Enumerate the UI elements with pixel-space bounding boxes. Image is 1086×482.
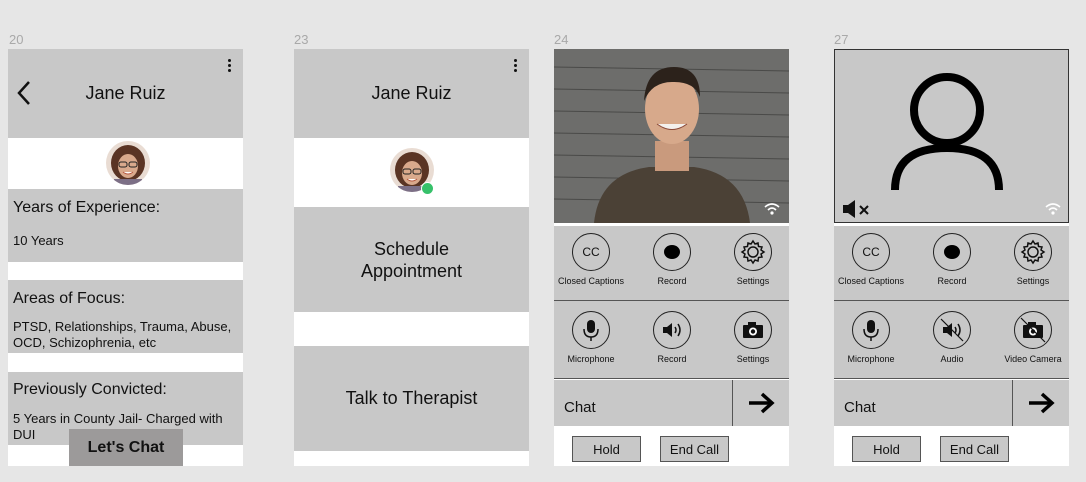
more-options-icon[interactable] <box>514 59 517 74</box>
options-header: Jane Ruiz <box>294 49 529 138</box>
therapist-avatar <box>106 141 150 185</box>
chat-bar[interactable]: Chat <box>834 380 1069 426</box>
microphone-control[interactable]: Microphone <box>834 311 911 364</box>
experience-value: 10 Years <box>13 233 64 248</box>
video-call-screen: CC Closed Captions Record Settings Micro… <box>554 49 789 466</box>
hold-button[interactable]: Hold <box>852 436 921 462</box>
microphone-icon <box>852 311 890 349</box>
experience-heading: Years of Experience: <box>13 199 161 216</box>
record-control[interactable]: Record <box>632 233 712 286</box>
send-arrow-icon[interactable] <box>1027 392 1055 414</box>
audio-call-screen: CC Closed Captions Record Settings Micro… <box>834 49 1069 466</box>
divider <box>1012 380 1013 426</box>
settings-control[interactable]: Settings <box>993 233 1069 286</box>
control-row-1: CC Closed Captions Record Settings <box>554 226 789 300</box>
focus-card: Areas of Focus: PTSD, Relationships, Tra… <box>8 280 243 353</box>
lets-chat-button[interactable]: Let's Chat <box>69 429 183 466</box>
control-label: Closed Captions <box>837 276 905 286</box>
microphone-icon <box>572 311 610 349</box>
control-label: Record <box>657 276 687 286</box>
hold-button[interactable]: Hold <box>572 436 641 462</box>
record-icon <box>653 233 691 271</box>
camera-icon <box>734 311 772 349</box>
divider <box>834 378 1069 379</box>
record-control[interactable]: Record <box>912 233 992 286</box>
settings-control[interactable]: Settings <box>713 233 789 286</box>
control-label: Audio <box>940 354 964 364</box>
frame-number: 23 <box>294 32 309 47</box>
more-options-icon[interactable] <box>228 59 231 74</box>
speaker-off-icon <box>933 311 971 349</box>
closed-captions-control[interactable]: CC Closed Captions <box>834 233 911 286</box>
options-screen: Jane Ruiz Schedule Appointment Talk to T… <box>294 49 529 466</box>
control-row-1: CC Closed Captions Record Settings <box>834 226 1069 300</box>
caller-placeholder <box>834 49 1069 223</box>
send-arrow-icon[interactable] <box>747 392 775 414</box>
control-label: Microphone <box>567 354 615 364</box>
schedule-appointment-button[interactable]: Schedule Appointment <box>294 207 529 312</box>
record-icon <box>933 233 971 271</box>
wifi-icon <box>1045 203 1061 215</box>
video-feed <box>554 49 789 223</box>
frame-number: 27 <box>834 32 849 47</box>
chat-label: Chat <box>844 399 876 416</box>
video-camera-control[interactable]: Video Camera <box>993 311 1069 364</box>
control-label: Microphone <box>847 354 895 364</box>
online-status-indicator <box>421 182 434 195</box>
profile-header: Jane Ruiz <box>8 49 243 138</box>
convicted-heading: Previously Convicted: <box>13 381 167 398</box>
frame-number: 20 <box>9 32 24 47</box>
closed-captions-icon: CC <box>572 233 610 271</box>
control-label: Settings <box>736 354 770 364</box>
control-label: Record <box>657 354 687 364</box>
control-label: Video Camera <box>1004 354 1062 364</box>
divider <box>554 378 789 379</box>
camera-off-icon <box>1014 311 1052 349</box>
end-call-button[interactable]: End Call <box>660 436 729 462</box>
focus-value: PTSD, Relationships, Trauma, Abuse, OCD,… <box>13 319 232 350</box>
frame-number: 24 <box>554 32 569 47</box>
camera-settings-control[interactable]: Settings <box>713 311 789 364</box>
closed-captions-icon: CC <box>852 233 890 271</box>
audio-record-control[interactable]: Record <box>632 311 712 364</box>
control-row-2: Microphone Audio Video Camera <box>834 301 1069 378</box>
experience-card: Years of Experience: 10 Years <box>8 189 243 262</box>
muted-speaker-icon[interactable] <box>841 199 871 219</box>
user-icon <box>891 73 1003 191</box>
speaker-icon <box>653 311 691 349</box>
wifi-icon <box>764 203 780 215</box>
control-label: Record <box>937 276 967 286</box>
profile-screen: Jane Ruiz Years of Experience: 10 Years … <box>8 49 243 466</box>
control-label: Settings <box>1016 276 1050 286</box>
gear-icon <box>1014 233 1052 271</box>
control-label: Closed Captions <box>557 276 625 286</box>
focus-heading: Areas of Focus: <box>13 290 126 307</box>
chat-bar[interactable]: Chat <box>554 380 789 426</box>
divider <box>732 380 733 426</box>
control-label: Settings <box>736 276 770 286</box>
closed-captions-control[interactable]: CC Closed Captions <box>554 233 631 286</box>
back-arrow-icon[interactable] <box>14 79 34 107</box>
gear-icon <box>734 233 772 271</box>
therapist-name: Jane Ruiz <box>85 82 166 103</box>
end-call-button[interactable]: End Call <box>940 436 1009 462</box>
chat-label: Chat <box>564 399 596 416</box>
therapist-name: Jane Ruiz <box>371 82 452 103</box>
talk-to-therapist-button[interactable]: Talk to Therapist <box>294 346 529 451</box>
audio-control[interactable]: Audio <box>912 311 992 364</box>
microphone-control[interactable]: Microphone <box>554 311 631 364</box>
control-row-2: Microphone Record Settings <box>554 301 789 378</box>
